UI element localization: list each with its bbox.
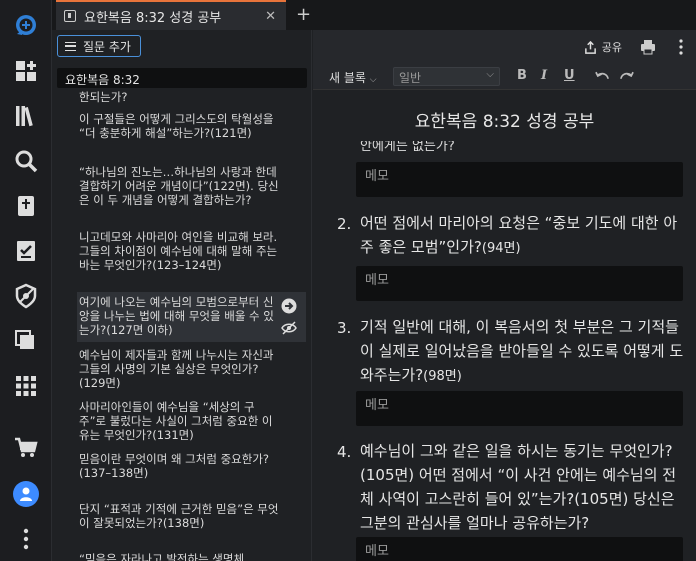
document-toolbar: 공유: [313, 30, 696, 64]
share-button[interactable]: 공유: [584, 39, 622, 55]
dashboard-icon[interactable]: [10, 55, 42, 87]
list-item-selected[interactable]: 여기에 나오는 예수님의 모범으로부터 신앙을 나누는 법에 대해 무엇을 배울…: [79, 295, 279, 337]
study-search-input[interactable]: 요한복음 8:32: [57, 68, 307, 88]
list-item[interactable]: 예수님이 제자들과 함께 나누시는 자신과 그들의 사명의 기본 실상은 무엇인…: [79, 348, 279, 390]
redo-button[interactable]: [619, 69, 634, 85]
more-vertical-icon[interactable]: [10, 523, 42, 555]
app-logo-icon[interactable]: [10, 10, 42, 42]
question-number: 2.: [337, 215, 352, 233]
document-icon: [64, 10, 76, 22]
list-item[interactable]: 사마리아인들이 예수님을 “세상의 구주”로 불렀다는 사실이 그처럼 중요한 …: [79, 400, 279, 442]
avatar[interactable]: [10, 478, 42, 510]
library-icon[interactable]: [10, 100, 42, 132]
question-text: 기적 일반에 대해, 이 복음서의 첫 부분은 그 기적들이 실제로 일어났음을…: [360, 315, 685, 389]
document-body: 요한복음 8:32 성경 공부 안에게는 없는가? 메모 2. 어떤 점에서 마…: [313, 91, 696, 561]
apps-grid-icon[interactable]: [10, 370, 42, 402]
memo-field[interactable]: 메모: [356, 537, 683, 561]
add-question-button[interactable]: 질문 추가: [57, 35, 141, 57]
question-list: 한되는가? 이 구절들은 어떻게 그리스도의 탁월성을 “더 충분하게 해설”하…: [53, 90, 311, 561]
left-rail: [0, 0, 52, 561]
paragraph-style-value: 일반: [399, 71, 422, 85]
checklist-icon[interactable]: [10, 235, 42, 267]
go-arrow-icon[interactable]: [281, 298, 297, 314]
hidden-shield-icon[interactable]: [10, 280, 42, 312]
new-block-label: 새 블록: [329, 71, 366, 85]
memo-field[interactable]: 메모: [356, 266, 683, 301]
print-button[interactable]: [640, 39, 656, 59]
selected-item-actions: [281, 298, 299, 342]
list-item[interactable]: 이 구절들은 어떻게 그리스도의 탁월성을 “더 충분하게 해설”하는가?(12…: [79, 112, 279, 140]
new-tab-button[interactable]: +: [296, 4, 311, 25]
list-item[interactable]: 니고데모와 사마리아 여인을 비교해 보라. 그들의 차이점이 예수님에 대해 …: [79, 230, 279, 272]
undo-button[interactable]: [595, 69, 610, 85]
tab-title: 요한복음 8:32 성경 공부: [84, 10, 222, 26]
print-icon: [641, 40, 655, 55]
bold-button[interactable]: B: [517, 68, 527, 83]
redo-icon: [620, 71, 634, 79]
page-ref: (94면): [481, 241, 521, 256]
layers-icon[interactable]: [10, 325, 42, 357]
memo-field[interactable]: 메모: [356, 391, 683, 426]
close-tab-icon[interactable]: ✕: [265, 9, 276, 24]
list-item[interactable]: “하나님의 진노는…하나님의 사랑과 한데 결합하기 어려운 개념이다”(122…: [79, 165, 279, 207]
share-icon: [584, 40, 596, 54]
bible-icon[interactable]: [10, 190, 42, 222]
question-panel: 질문 추가 요한복음 8:32 한되는가? 이 구절들은 어떻게 그리스도의 탁…: [53, 30, 312, 561]
question-number: 4.: [337, 443, 352, 461]
more-options-button[interactable]: [678, 39, 684, 59]
add-question-label: 질문 추가: [83, 39, 131, 54]
question-number: 3.: [337, 319, 352, 337]
tab-study[interactable]: 요한복음 8:32 성경 공부 ✕: [56, 0, 286, 30]
question-text-body: 기적 일반에 대해, 이 복음서의 첫 부분은 그 기적들이 실제로 일어났음을…: [360, 318, 684, 384]
list-item[interactable]: 믿음이란 무엇이며 왜 그처럼 중요한가?(137–138면): [79, 452, 279, 480]
more-vertical-icon: [679, 39, 683, 55]
undo-icon: [595, 71, 609, 79]
italic-button[interactable]: I: [541, 68, 547, 83]
underline-button[interactable]: U: [564, 68, 575, 83]
menu-icon: [65, 41, 76, 51]
list-item[interactable]: 단지 “표적과 기적에 근거한 믿음”은 무엇이 잘못되었는가?(138면): [79, 502, 279, 530]
format-toolbar: 새 블록 ⌵ 일반 ⌵ B I U: [313, 64, 696, 90]
hide-eye-icon[interactable]: [281, 320, 297, 336]
memo-field[interactable]: 메모: [356, 162, 683, 197]
question-text: 어떤 점에서 마리아의 요청은 “중보 기도에 대한 아주 좋은 모범”인가?(…: [360, 211, 685, 261]
chevron-down-icon: ⌵: [486, 69, 494, 80]
share-label: 공유: [601, 41, 622, 54]
list-item[interactable]: “믿음은 자라나고 발전하는 생명체: [79, 552, 279, 561]
partial-question-text: 안에게는 없는가?: [360, 139, 455, 154]
question-text: 예수님이 그와 같은 일을 하시는 동기는 무엇인가?(105면) 어떤 점에서…: [360, 442, 677, 532]
page-ref: (98면): [423, 369, 462, 384]
app-window: 요한복음 8:32 성경 공부 ✕ + 질문 추가 요한복음 8:32 한되는가…: [0, 0, 696, 561]
new-block-dropdown[interactable]: 새 블록 ⌵: [329, 69, 377, 86]
document-title: 요한복음 8:32 성경 공부: [414, 112, 595, 132]
list-item[interactable]: 한되는가?: [79, 90, 279, 104]
search-icon[interactable]: [10, 145, 42, 177]
chevron-down-icon: ⌵: [369, 75, 377, 85]
tab-bar: 요한복음 8:32 성경 공부 ✕ +: [52, 0, 696, 30]
paragraph-style-select[interactable]: 일반 ⌵: [393, 67, 500, 86]
cart-icon[interactable]: [10, 432, 42, 464]
